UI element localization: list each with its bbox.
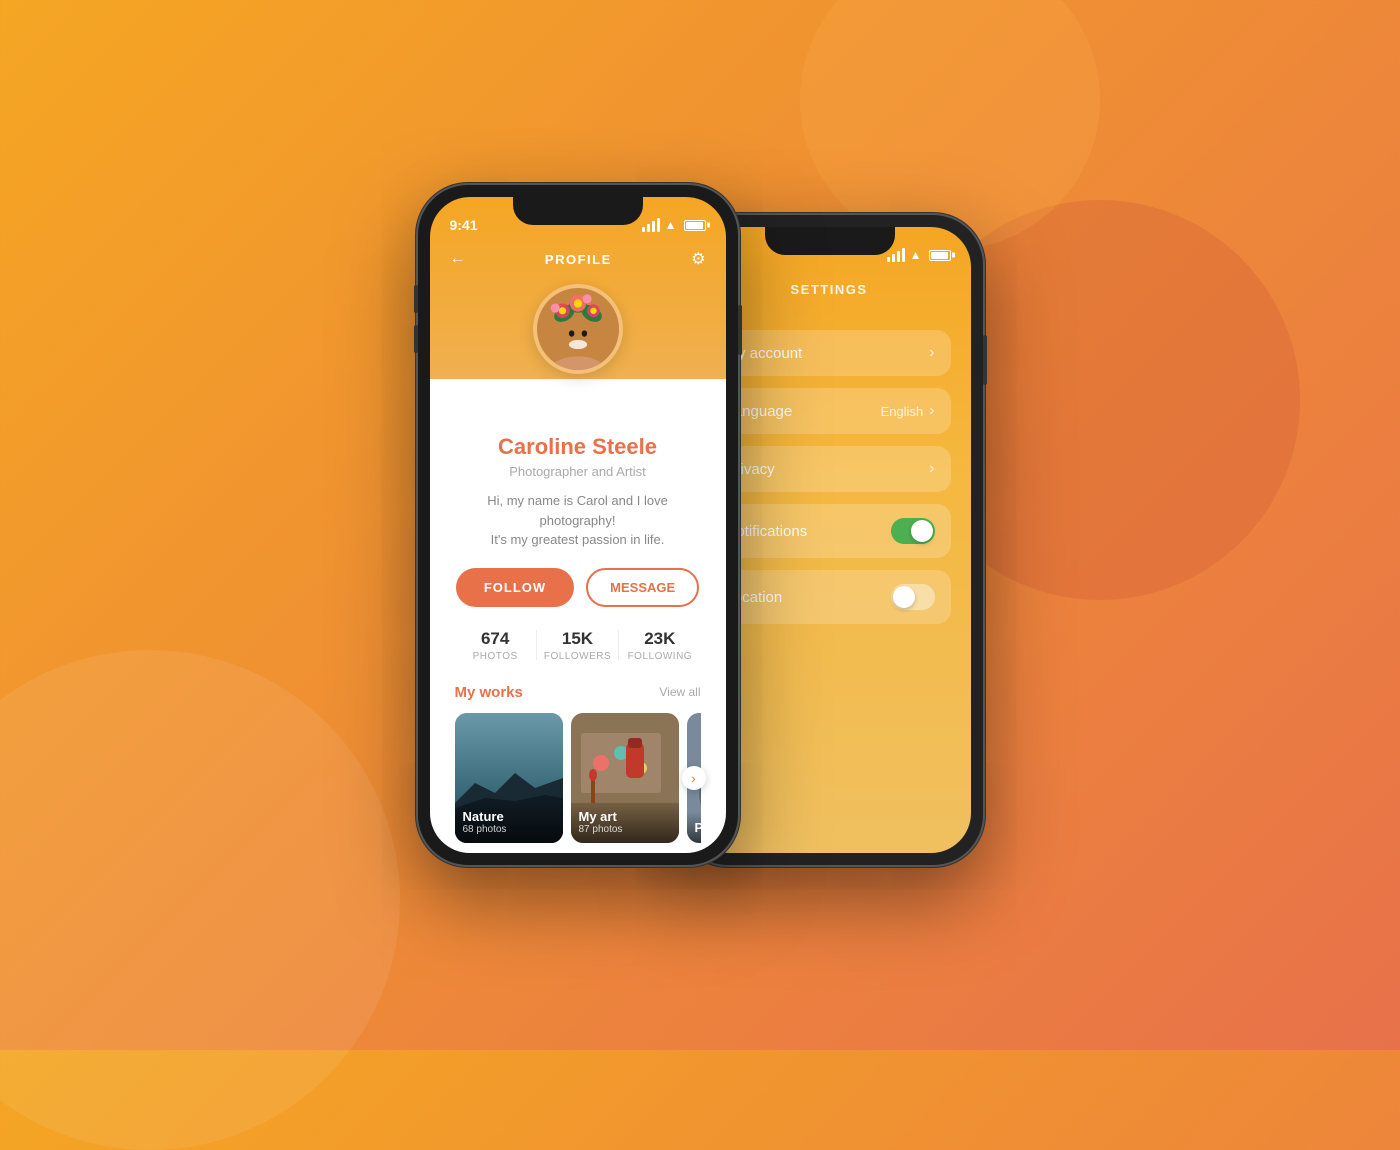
notch (513, 197, 643, 225)
vol-up-button[interactable] (414, 285, 418, 313)
followers-count: 15K (537, 629, 618, 649)
phone-profile: 9:41 ▲ (418, 185, 738, 865)
avatar (537, 288, 619, 370)
language-chevron-icon: › (929, 402, 934, 420)
settings-battery-icon (929, 250, 951, 261)
power-button[interactable] (738, 305, 742, 355)
stat-followers: 15K FOLLOWERS (537, 629, 618, 662)
signal-bar-2 (647, 224, 650, 232)
time-label: 9:41 (450, 217, 478, 233)
settings-screen-title: SETTINGS (728, 282, 931, 297)
works-section-header: My works View all (455, 684, 701, 701)
s-bar-2 (892, 254, 895, 262)
following-count: 23K (619, 629, 700, 649)
status-icons: ▲ (642, 218, 706, 232)
nature-overlay: Nature 68 photos (455, 801, 563, 843)
account-right: › (929, 344, 934, 362)
settings-item-notifications[interactable]: Notifications (710, 504, 951, 558)
profile-content: 9:41 ▲ (430, 197, 726, 853)
stat-photos: 674 PHOTOS (455, 629, 536, 662)
settings-wifi-icon: ▲ (910, 248, 922, 262)
language-value: English (881, 404, 924, 419)
art-overlay: My art 87 photos (571, 801, 679, 843)
work-card-art[interactable]: My art 87 photos (571, 713, 679, 843)
settings-battery-fill (931, 252, 948, 259)
back-icon[interactable]: ← (450, 250, 466, 268)
works-next-arrow[interactable]: › (682, 766, 706, 790)
notifications-toggle[interactable] (891, 518, 935, 544)
avatar-image (537, 288, 619, 370)
user-name: Caroline Steele (455, 434, 701, 460)
work-card-nature[interactable]: Nature 68 photos (455, 713, 563, 843)
notifications-label: Notifications (726, 523, 808, 540)
settings-item-language[interactable]: Language English › (710, 388, 951, 434)
wifi-icon: ▲ (665, 218, 677, 232)
art-count: 87 photos (579, 824, 671, 835)
nature-name: Nature (463, 809, 555, 824)
photos-label: PHOTOS (455, 651, 536, 662)
following-label: FOLLOWING (619, 651, 700, 662)
message-button[interactable]: MESSAGE (586, 568, 699, 607)
settings-status-icons: ▲ (887, 248, 951, 262)
notifications-toggle-thumb (911, 520, 933, 542)
signal-bar-1 (642, 227, 645, 232)
photos-count: 674 (455, 629, 536, 649)
account-chevron-icon: › (929, 344, 934, 362)
settings-item-account[interactable]: My account › (710, 330, 951, 376)
s-bar-3 (897, 251, 900, 262)
language-right: English › (881, 402, 935, 420)
stat-following: 23K FOLLOWING (619, 629, 700, 662)
people-name: Peo (695, 820, 701, 835)
avatar-container (430, 284, 726, 374)
works-container: Nature 68 photos (455, 713, 701, 843)
settings-signal-icon (887, 248, 905, 262)
profile-body: Caroline Steele Photographer and Artist … (430, 379, 726, 853)
settings-power-button[interactable] (983, 335, 987, 385)
privacy-right: › (929, 460, 934, 478)
works-row: Nature 68 photos (455, 713, 701, 843)
art-name: My art (579, 809, 671, 824)
signal-bar-4 (657, 218, 660, 232)
avatar-ring (533, 284, 623, 374)
location-toggle-thumb (893, 586, 915, 608)
user-bio: Hi, my name is Carol and I love photogra… (455, 491, 701, 550)
follow-button[interactable]: FOLLOW (456, 568, 574, 607)
followers-label: FOLLOWERS (537, 651, 618, 662)
settings-item-location[interactable]: Location (710, 570, 951, 624)
phones-container: 9:41 ▲ (418, 185, 983, 865)
s-bar-1 (887, 257, 890, 262)
settings-gear-icon[interactable]: ⚙ (691, 249, 705, 269)
user-title: Photographer and Artist (455, 464, 701, 479)
location-toggle[interactable] (891, 584, 935, 610)
works-section-title: My works (455, 684, 523, 701)
profile-actions: FOLLOW MESSAGE (455, 568, 701, 607)
view-all-link[interactable]: View all (659, 685, 700, 699)
nature-count: 68 photos (463, 824, 555, 835)
bg-decoration-1 (0, 650, 400, 1150)
signal-bar-3 (652, 221, 655, 232)
signal-icon (642, 218, 660, 232)
battery-fill (686, 222, 703, 229)
bio-line-1: Hi, my name is Carol and I love photogra… (487, 493, 668, 528)
s-bar-4 (902, 248, 905, 262)
bio-line-2: It's my greatest passion in life. (491, 532, 665, 547)
people-overlay: Peo (687, 812, 701, 843)
privacy-chevron-icon: › (929, 460, 934, 478)
settings-notch (765, 227, 895, 255)
stats-row: 674 PHOTOS 15K FOLLOWERS 23K FOLLOWING (455, 629, 701, 662)
vol-down-button[interactable] (414, 325, 418, 353)
profile-screen: 9:41 ▲ (430, 197, 726, 853)
profile-nav: ← PROFILE ⚙ (430, 241, 726, 284)
profile-screen-title: PROFILE (466, 252, 692, 267)
settings-item-privacy[interactable]: Privacy › (710, 446, 951, 492)
battery-icon (684, 220, 706, 231)
